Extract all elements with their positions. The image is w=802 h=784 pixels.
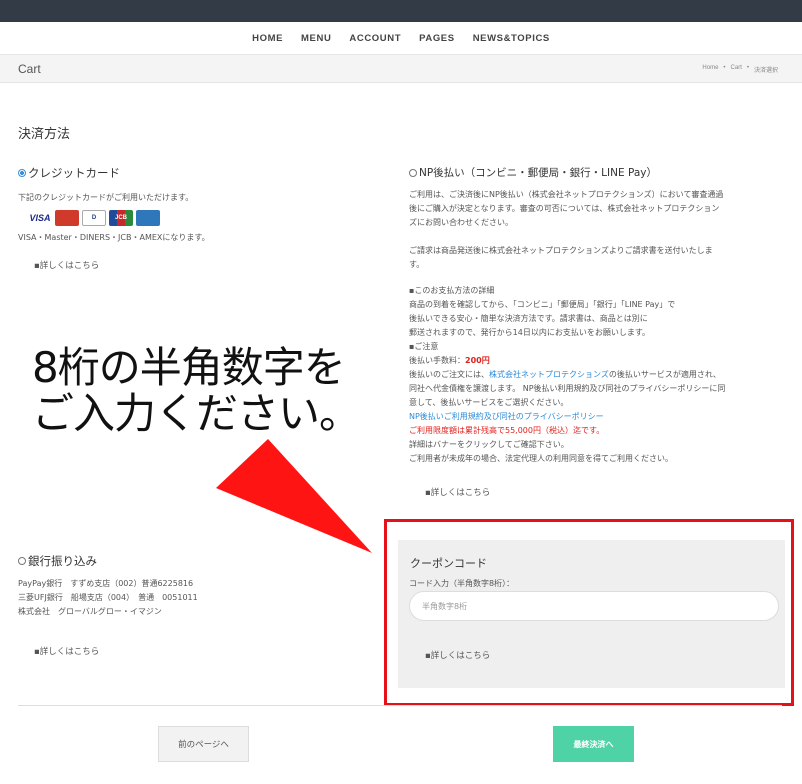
breadcrumb-sep: •	[723, 65, 726, 71]
coupon-code-input[interactable]	[409, 591, 779, 621]
text-line: ご利用者が未成年の場合、法定代理人の利用同意を得てご利用ください。	[409, 454, 673, 463]
text-line: 後払いのご注文には、	[409, 370, 489, 379]
section-title: 決済方法	[18, 127, 71, 142]
breadcrumb-cart[interactable]: Cart	[731, 65, 742, 74]
breadcrumb-home[interactable]: Home	[702, 65, 718, 74]
details-heading: ▪このお支払方法の詳細	[409, 286, 495, 295]
credit-card-desc: 下記のクレジットカードがご利用いただけます。	[18, 193, 194, 202]
text-line: 同社へ代金債権を譲渡します。 NP後払い利用規約及び同社のプライバシーポリシーに…	[409, 384, 726, 393]
credit-card-detail-link[interactable]: ▪詳しくはこちら	[34, 259, 358, 271]
previous-page-button[interactable]: 前のページへ	[158, 726, 249, 762]
np-label[interactable]: NP後払い（コンビニ・郵便局・銀行・LINE Pay）	[419, 165, 657, 180]
breadcrumb: Home • Cart • 決済選択	[702, 65, 778, 74]
breadcrumb-sep: •	[746, 65, 749, 71]
text-line: の後払いサービスが適用され、	[608, 370, 721, 379]
nav-home[interactable]: HOME	[252, 33, 283, 44]
text-line: 後払いできる安心・簡単な決済方法です。請求書は、商品とは別に	[409, 314, 648, 323]
np-detail-link[interactable]: ▪詳しくはこちら	[425, 486, 781, 498]
np-paragraph-1: ご利用は、ご決済後にNP後払い（株式会社ネットプロテクションズ）において審査通過…	[409, 188, 781, 230]
breadcrumb-current: 決済選択	[753, 68, 778, 74]
diners-logo: D	[82, 210, 106, 226]
np-option: NP後払い（コンビニ・郵便局・銀行・LINE Pay） ご利用は、ご決済後にNP…	[409, 165, 781, 498]
np-details: ▪このお支払方法の詳細 商品の到着を確認してから、「コンビニ」「郵便局」「銀行」…	[409, 284, 781, 466]
text-line: PayPay銀行 すずめ支店（002）普通6225816	[18, 579, 194, 588]
fee-label: 後払い手数料：	[409, 356, 465, 365]
text-line: ズにお問い合わせください。	[409, 218, 513, 227]
credit-card-brands: VISA・Master・DINERS・JCB・AMEXになります。	[18, 233, 210, 242]
nav-account[interactable]: ACCOUNT	[349, 33, 401, 44]
notice-heading: ▪ご注意	[409, 342, 439, 351]
coupon-panel: クーポンコード コード入力（半角数字8桁）： ▪詳しくはこちら	[398, 540, 785, 688]
credit-card-label[interactable]: クレジットカード	[28, 165, 120, 181]
np-company-link[interactable]: 株式会社ネットプロテクションズ	[489, 370, 609, 379]
page-header: Cart Home • Cart • 決済選択	[0, 55, 802, 83]
annotation-line: ご入力ください。	[32, 389, 361, 438]
text-line: 意して、後払いサービスをご選択ください。	[409, 398, 569, 407]
coupon-detail-link[interactable]: ▪詳しくはこちら	[425, 649, 490, 661]
bank-detail-link[interactable]: ▪詳しくはこちら	[34, 645, 348, 657]
bank-label[interactable]: 銀行振り込み	[28, 553, 97, 569]
nav-news-topics[interactable]: NEWS&TOPICS	[473, 33, 550, 44]
nav-pages[interactable]: PAGES	[419, 33, 455, 44]
bank-accounts: PayPay銀行 すずめ支店（002）普通6225816 三菱UFJ銀行 船場支…	[18, 577, 348, 619]
annotation-text: 8桁の半角数字を ご入力ください。	[32, 343, 361, 438]
nav-menu[interactable]: MENU	[301, 33, 331, 44]
credit-card-radio[interactable]	[18, 169, 26, 177]
bank-transfer-option: 銀行振り込み PayPay銀行 すずめ支店（002）普通6225816 三菱UF…	[18, 553, 348, 657]
visa-logo: VISA	[28, 210, 52, 226]
jcb-logo: JCB	[109, 210, 133, 226]
fee-value: 200円	[465, 356, 490, 365]
top-bar	[0, 0, 802, 22]
text-line: す。	[409, 260, 425, 269]
np-terms-link[interactable]: NP後払いご利用規約及び同社のプライバシーポリシー	[409, 410, 781, 424]
text-line: ご請求は商品発送後に株式会社ネットプロテクションズよりご請求書を送付いたしま	[409, 246, 713, 255]
bank-radio[interactable]	[18, 557, 26, 565]
divider	[18, 705, 782, 706]
amex-logo	[136, 210, 160, 226]
text-line: 株式会社 グローバルグロー・イマジン	[18, 607, 162, 616]
main-nav: HOME MENU ACCOUNT PAGES NEWS&TOPICS	[0, 22, 802, 55]
text-line: 三菱UFJ銀行 船場支店（004） 普通 0051011	[18, 593, 198, 602]
np-radio[interactable]	[409, 168, 417, 177]
text-line: 商品の到着を確認してから、「コンビニ」「郵便局」「銀行」「LINE Pay」で	[409, 300, 676, 309]
mastercard-logo	[55, 210, 79, 226]
card-logos: VISA D JCB	[28, 210, 358, 226]
annotation-line: 8桁の半角数字を	[32, 343, 346, 392]
credit-card-option: クレジットカード 下記のクレジットカードがご利用いただけます。 VISA D J…	[18, 165, 358, 271]
text-line: ご利用は、ご決済後にNP後払い（株式会社ネットプロテクションズ）において審査通過	[409, 190, 724, 199]
page-title: Cart	[18, 62, 41, 76]
text-line: 後にご購入が決定となります。審査の可否については、株式会社ネットプロテクション	[409, 204, 720, 213]
text-line: 郵送されますので、発行から14日以内にお支払いをお願いします。	[409, 328, 651, 337]
final-payment-button[interactable]: 最終決済へ	[553, 726, 634, 762]
np-paragraph-2: ご請求は商品発送後に株式会社ネットプロテクションズよりご請求書を送付いたしま す…	[409, 244, 781, 272]
text-line: 詳細はバナーをクリックしてご確認下さい。	[409, 440, 569, 449]
coupon-field-label: コード入力（半角数字8桁）：	[409, 579, 515, 588]
coupon-title: クーポンコード	[410, 557, 487, 570]
np-limit-text: ご利用限度額は累計残高で55,000円（税込）迄です。	[409, 426, 605, 435]
